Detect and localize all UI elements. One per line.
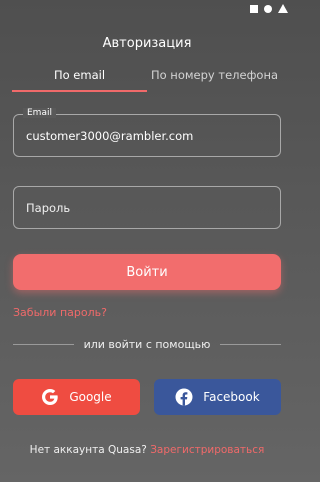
- divider: или войти с помощью: [13, 338, 281, 351]
- forgot-password-link[interactable]: Забыли пароль?: [13, 306, 107, 319]
- page-title: Авторизация: [102, 36, 192, 51]
- email-field: Email: [13, 108, 281, 157]
- register-link[interactable]: Зарегистрироваться: [150, 444, 264, 456]
- facebook-icon: [175, 388, 193, 406]
- stop-square-icon: [250, 4, 258, 13]
- register-prompt: Нет аккаунта Quasa? Зарегистрироваться: [0, 444, 294, 456]
- auth-tabs: По email По номеру телефона: [12, 62, 282, 92]
- tab-phone[interactable]: По номеру телефона: [147, 62, 282, 92]
- google-button-label: Google: [69, 390, 112, 404]
- google-icon: [41, 388, 59, 406]
- login-button[interactable]: Войти: [13, 254, 281, 290]
- tab-email[interactable]: По email: [12, 62, 147, 92]
- facebook-login-button[interactable]: Facebook: [154, 379, 281, 415]
- divider-line-left: [13, 344, 74, 345]
- back-triangle-icon: [278, 4, 288, 13]
- home-circle-icon: [264, 4, 272, 13]
- password-input[interactable]: [14, 187, 280, 228]
- status-bar: [250, 4, 288, 13]
- password-field: [13, 186, 281, 229]
- google-login-button[interactable]: Google: [13, 379, 140, 415]
- divider-text: или войти с помощью: [83, 338, 211, 351]
- no-account-text: Нет аккаунта Quasa?: [29, 444, 147, 456]
- divider-line-right: [220, 344, 281, 345]
- email-input[interactable]: [14, 115, 280, 156]
- facebook-button-label: Facebook: [203, 390, 260, 404]
